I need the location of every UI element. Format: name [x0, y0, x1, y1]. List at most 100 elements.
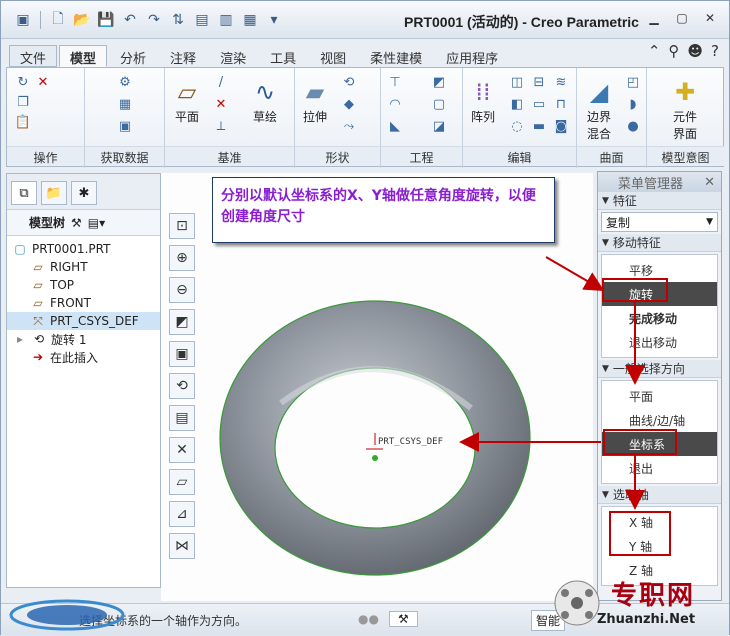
tab-applications[interactable]: 应用程序 — [435, 45, 509, 67]
selection-filter-icon[interactable]: ⚒ — [388, 611, 418, 627]
menu-item-quit-move[interactable]: 退出移动 — [602, 330, 717, 354]
plane-button[interactable]: ▱ 平面 — [171, 76, 203, 125]
menu-item-x-axis[interactable]: X 轴 — [602, 510, 717, 534]
tree-item-right[interactable]: ▱ RIGHT — [7, 258, 160, 276]
menu-item-quit[interactable]: 退出 — [602, 456, 717, 480]
help-icon[interactable]: ? — [711, 42, 719, 60]
spin-center-icon[interactable]: ⋈ — [169, 533, 195, 559]
shell-icon[interactable]: ▢ — [431, 96, 447, 112]
show-icon[interactable]: ▤▾ — [88, 216, 105, 230]
menu-item-done-move[interactable]: 完成移动 — [602, 306, 717, 330]
hole-icon[interactable]: ⊤ — [387, 74, 403, 90]
zoom-out-icon[interactable]: ⊖ — [169, 277, 195, 303]
plane-display-icon[interactable]: ▱ — [169, 469, 195, 495]
menu-item-translate[interactable]: 平移 — [602, 258, 717, 282]
tree-item-csys[interactable]: ⤧ PRT_CSYS_DEF — [7, 312, 160, 330]
intersect-icon[interactable]: ⊓ — [553, 96, 569, 112]
copy-icon[interactable]: ❐ — [15, 94, 31, 110]
saved-views-icon[interactable]: ⟲ — [169, 373, 195, 399]
sweep-icon[interactable]: ◆ — [341, 96, 357, 112]
menu-item-plane[interactable]: 平面 — [602, 384, 717, 408]
community-icon[interactable]: ☻ — [687, 42, 703, 60]
tab-annotate[interactable]: 注释 — [159, 45, 207, 67]
app-icon[interactable]: ▣ — [13, 10, 33, 30]
tab-tools[interactable]: 工具 — [259, 45, 307, 67]
tree-item-revolve[interactable]: ▸ ⟲ 旋转 1 — [7, 330, 160, 348]
csys-icon[interactable]: ⟂ — [213, 118, 229, 134]
paste-icon[interactable]: 📋 — [15, 114, 31, 130]
merge-icon[interactable]: ≋ — [553, 74, 569, 90]
rib-icon[interactable]: ◪ — [431, 118, 447, 134]
tree-item-part[interactable]: ▢ PRT0001.PRT — [7, 240, 160, 258]
regenerate-icon[interactable]: ↻ — [15, 74, 31, 90]
axis-icon[interactable]: / — [213, 74, 229, 90]
draft-icon[interactable]: ◩ — [431, 74, 447, 90]
tab-render[interactable]: 渲染 — [209, 45, 257, 67]
style-icon[interactable]: ◗ — [625, 96, 641, 112]
view-manager-icon[interactable]: ▤ — [169, 405, 195, 431]
thicken-icon[interactable]: ▬ — [531, 118, 547, 134]
tab-flexible-modeling[interactable]: 柔性建模 — [359, 45, 433, 67]
section-feature[interactable]: ▼ 特征 — [598, 192, 721, 210]
minimize-ribbon-icon[interactable]: ⌃ — [648, 42, 661, 60]
delete-icon[interactable]: ✕ — [35, 74, 51, 90]
tab-file[interactable]: 文件 — [9, 45, 58, 67]
pattern-button[interactable]: ⁞⁞ 阵列 — [467, 76, 499, 125]
favorites-tab-icon[interactable]: ✱ — [71, 181, 97, 205]
open-icon[interactable]: 📂 — [72, 10, 92, 30]
minimize-icon[interactable]: ▁ — [643, 8, 665, 28]
project-icon[interactable]: ◌ — [509, 118, 525, 134]
display-style-icon[interactable]: ▣ — [169, 341, 195, 367]
menu-item-rotate[interactable]: 旋转 — [602, 282, 717, 306]
swept-blend-icon[interactable]: ⤳ — [341, 118, 357, 134]
repaint-icon[interactable]: ◩ — [169, 309, 195, 335]
csys-label[interactable]: PRT_CSYS_DEF — [378, 437, 443, 447]
group-label-datum[interactable]: 基准 — [165, 146, 294, 166]
close-icon[interactable]: ✕ — [704, 175, 715, 190]
new-icon[interactable]: 🗋 — [48, 10, 68, 30]
tree-item-insert-here[interactable]: ➔ 在此插入 — [7, 348, 160, 366]
group-label-surfaces[interactable]: 曲面 — [577, 146, 646, 166]
zoom-in-icon[interactable]: ⊕ — [169, 245, 195, 271]
solidify-icon[interactable]: ◙ — [553, 118, 569, 134]
section-move-feature[interactable]: ▼ 移动特征 — [598, 234, 721, 252]
section-select-axis[interactable]: ▼ 选取轴 — [598, 486, 721, 504]
group-label-editing[interactable]: 编辑 — [463, 146, 576, 166]
group-label-get-data[interactable]: 获取数据 — [85, 146, 164, 166]
extrude-button[interactable]: ▰ 拉伸 — [299, 76, 331, 125]
revolve-icon[interactable]: ⟲ — [341, 74, 357, 90]
close-window-icon[interactable]: ▥ — [216, 10, 236, 30]
tab-model[interactable]: 模型 — [59, 45, 108, 67]
copy-geometry-icon[interactable]: ▦ — [117, 96, 133, 112]
group-label-model-intent[interactable]: 模型意图 — [647, 146, 724, 166]
close-icon[interactable]: ✕ — [699, 8, 721, 28]
copy-dropdown[interactable]: 复制 ▼ — [601, 212, 718, 232]
round-icon[interactable]: ◠ — [387, 96, 403, 112]
group-label-engineering[interactable]: 工程 — [381, 146, 462, 166]
datum-display-icon[interactable]: ✕ — [169, 437, 195, 463]
mirror-icon[interactable]: ◫ — [509, 74, 525, 90]
undo-icon[interactable]: ↶ — [120, 10, 140, 30]
chamfer-icon[interactable]: ◣ — [387, 118, 403, 134]
folder-browser-tab-icon[interactable]: 📁 — [41, 181, 67, 205]
redo-icon[interactable]: ↷ — [144, 10, 164, 30]
tree-item-top[interactable]: ▱ TOP — [7, 276, 160, 294]
group-label-shapes[interactable]: 形状 — [295, 146, 380, 166]
refit-icon[interactable]: ⊡ — [169, 213, 195, 239]
fill-icon[interactable]: ◰ — [625, 74, 641, 90]
sketch-button[interactable]: ∿ 草绘 — [249, 76, 281, 125]
settings-icon[interactable]: ⚒ — [71, 216, 82, 230]
freestyle-icon[interactable]: ● — [625, 118, 641, 134]
section-general-direction[interactable]: ▼ 一般选择方向 — [598, 360, 721, 378]
save-icon[interactable]: 💾 — [96, 10, 116, 30]
search-icon[interactable]: ⚲ — [668, 42, 679, 60]
shrinkwrap-icon[interactable]: ▣ — [117, 118, 133, 134]
maximize-icon[interactable]: ▢ — [671, 8, 693, 28]
menu-item-curve-edge-axis[interactable]: 曲线/边/轴 — [602, 408, 717, 432]
more-icon[interactable]: ▾ — [264, 10, 284, 30]
model-tree-tab-icon[interactable]: ⧉ — [11, 181, 37, 205]
extend-icon[interactable]: ◧ — [509, 96, 525, 112]
expand-icon[interactable]: ▸ — [13, 332, 27, 346]
component-interface-button[interactable]: ✚ 元件 界面 — [669, 76, 701, 142]
annotation-display-icon[interactable]: ⊿ — [169, 501, 195, 527]
